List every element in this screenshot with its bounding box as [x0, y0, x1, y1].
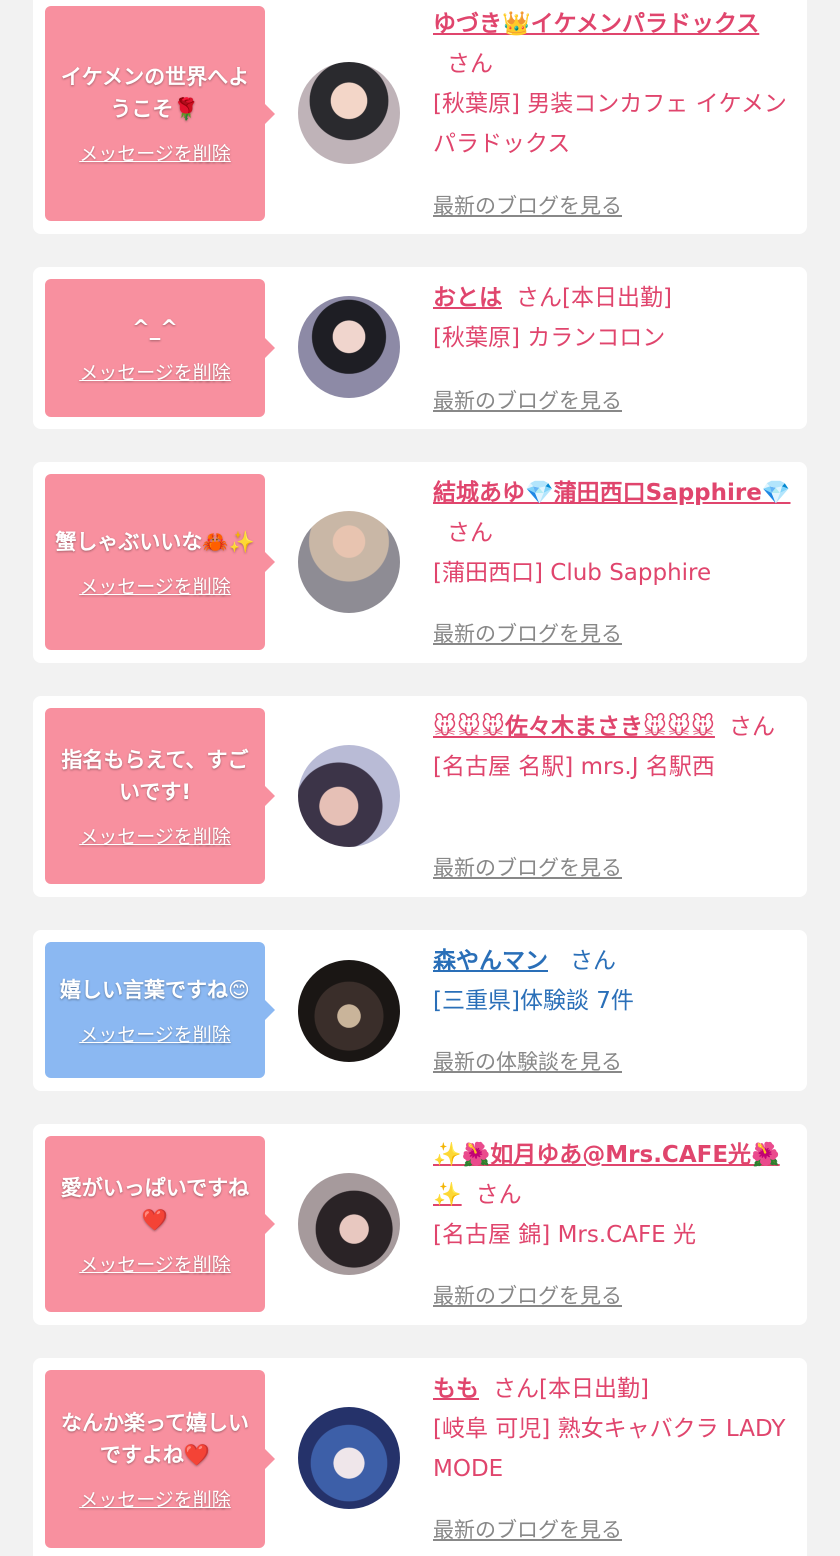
- latest-blog-link[interactable]: 最新のブログを見る: [433, 1514, 622, 1544]
- message-text: 蟹しゃぶいいな🦀✨: [55, 529, 255, 554]
- cast-name-line: もも さん[本日出勤]: [433, 1369, 795, 1409]
- honorific: さん[本日出勤]: [493, 1376, 649, 1402]
- latest-blog-link[interactable]: 最新のブログを見る: [433, 852, 622, 882]
- message-bubble: 蟹しゃぶいいな🦀✨ メッセージを削除: [45, 474, 275, 650]
- delete-message-link[interactable]: メッセージを削除: [79, 1250, 231, 1277]
- cast-name-link[interactable]: もも: [433, 1376, 479, 1402]
- avatar[interactable]: [298, 62, 400, 164]
- message-card: なんか楽って嬉しいですよね❤️ メッセージを削除 もも さん[本日出勤] [岐阜 …: [33, 1358, 807, 1556]
- cast-name-line: 結城あゆ💎蒲田西口Sapphire💎 さん: [433, 473, 795, 553]
- honorific: さん[本日出勤]: [516, 285, 672, 311]
- message-bubble: 嬉しい言葉ですね😊 メッセージを削除: [45, 942, 275, 1078]
- message-bubble: 指名もらえて、すごいです! メッセージを削除: [45, 708, 275, 884]
- cast-info: もも さん[本日出勤] [岐阜 可児] 熟女キャバクラ LADY MODE: [433, 1369, 795, 1489]
- review-info: [三重県]体験談 7件: [433, 988, 634, 1014]
- message-bubble: 愛がいっぱいですね❤️ メッセージを削除: [45, 1136, 275, 1312]
- cast-name-link[interactable]: 🐭🐭🐭佐々木まさき🐭🐭🐭: [433, 714, 715, 740]
- delete-message-link[interactable]: メッセージを削除: [79, 139, 231, 166]
- avatar[interactable]: [298, 296, 400, 398]
- cast-name-line: 森やんマン さん: [433, 941, 795, 981]
- latest-blog-link[interactable]: 最新のブログを見る: [433, 385, 622, 415]
- cast-name-line: おとは さん[本日出勤]: [433, 278, 795, 318]
- message-bubble: ^_^ メッセージを削除: [45, 279, 275, 417]
- cast-name-link[interactable]: 結城あゆ💎蒲田西口Sapphire💎: [433, 480, 791, 506]
- shop-info: [岐阜 可児] 熟女キャバクラ LADY MODE: [433, 1416, 786, 1482]
- message-card: 指名もらえて、すごいです! メッセージを削除 🐭🐭🐭佐々木まさき🐭🐭🐭 さん [名…: [33, 696, 807, 897]
- cast-name-link[interactable]: おとは: [433, 285, 502, 311]
- cast-info: おとは さん[本日出勤] [秋葉原] カランコロン: [433, 278, 795, 358]
- message-text: 愛がいっぱいですね❤️: [60, 1175, 250, 1232]
- delete-message-link[interactable]: メッセージを削除: [79, 358, 231, 385]
- delete-message-link[interactable]: メッセージを削除: [79, 822, 231, 849]
- message-text: 嬉しい言葉ですね😊: [60, 977, 250, 1002]
- message-card: ^_^ メッセージを削除 おとは さん[本日出勤] [秋葉原] カランコロン 最新…: [33, 267, 807, 429]
- latest-blog-link[interactable]: 最新のブログを見る: [433, 190, 622, 220]
- cast-info: ゆづき👑イケメンパラドックスさん [秋葉原] 男装コンカフェ イケメンパラドック…: [433, 4, 795, 164]
- shop-info: [名古屋 錦] Mrs.CAFE 光: [433, 1222, 697, 1248]
- message-bubble: なんか楽って嬉しいですよね❤️ メッセージを削除: [45, 1370, 275, 1548]
- message-card: 愛がいっぱいですね❤️ メッセージを削除 ✨🌺如月ゆあ@Mrs.CAFE光🌺✨ さ…: [33, 1124, 807, 1325]
- cast-info: ✨🌺如月ゆあ@Mrs.CAFE光🌺✨ さん [名古屋 錦] Mrs.CAFE 光: [433, 1135, 795, 1255]
- avatar[interactable]: [298, 745, 400, 847]
- cast-name-line: 🐭🐭🐭佐々木まさき🐭🐭🐭 さん: [433, 707, 795, 747]
- message-card: 蟹しゃぶいいな🦀✨ メッセージを削除 結城あゆ💎蒲田西口Sapphire💎 さん …: [33, 462, 807, 663]
- latest-blog-link[interactable]: 最新のブログを見る: [433, 618, 622, 648]
- cast-info: 🐭🐭🐭佐々木まさき🐭🐭🐭 さん [名古屋 名駅] mrs.J 名駅西: [433, 707, 795, 787]
- cast-name-line: ✨🌺如月ゆあ@Mrs.CAFE光🌺✨ さん: [433, 1135, 795, 1215]
- delete-message-link[interactable]: メッセージを削除: [79, 1485, 231, 1512]
- shop-info: [秋葉原] 男装コンカフェ イケメンパラドックス: [433, 91, 787, 157]
- honorific: さん: [475, 1182, 522, 1208]
- delete-message-link[interactable]: メッセージを削除: [79, 1020, 231, 1047]
- cast-name-link[interactable]: ゆづき👑イケメンパラドックス: [433, 11, 759, 37]
- cast-name-line: ゆづき👑イケメンパラドックスさん: [433, 4, 795, 84]
- message-card: 嬉しい言葉ですね😊 メッセージを削除 森やんマン さん [三重県]体験談 7件 最…: [33, 930, 807, 1091]
- avatar[interactable]: [298, 1173, 400, 1275]
- message-text: イケメンの世界へようこそ🌹: [60, 65, 250, 121]
- message-text: 指名もらえて、すごいです!: [61, 747, 249, 804]
- cast-info: 結城あゆ💎蒲田西口Sapphire💎 さん [蒲田西口] Club Sapphir…: [433, 473, 795, 593]
- message-bubble: イケメンの世界へようこそ🌹 メッセージを削除: [45, 6, 275, 221]
- latest-blog-link[interactable]: 最新のブログを見る: [433, 1280, 622, 1310]
- shop-info: [秋葉原] カランコロン: [433, 325, 666, 351]
- honorific: さん: [728, 714, 775, 740]
- latest-review-link[interactable]: 最新の体験談を見る: [433, 1046, 622, 1076]
- message-text: なんか楽って嬉しいですよね❤️: [61, 1410, 249, 1467]
- avatar[interactable]: [298, 960, 400, 1062]
- honorific: さん: [447, 51, 493, 77]
- avatar[interactable]: [298, 1407, 400, 1509]
- shop-info: [蒲田西口] Club Sapphire: [433, 560, 712, 586]
- cast-info: 森やんマン さん [三重県]体験談 7件: [433, 941, 795, 1021]
- honorific: さん: [447, 520, 493, 546]
- shop-info: [名古屋 名駅] mrs.J 名駅西: [433, 754, 715, 780]
- message-text: ^_^: [132, 315, 178, 340]
- honorific: さん: [570, 948, 616, 974]
- avatar[interactable]: [298, 511, 400, 613]
- message-card: イケメンの世界へようこそ🌹 メッセージを削除 ゆづき👑イケメンパラドックスさん …: [33, 0, 807, 234]
- delete-message-link[interactable]: メッセージを削除: [79, 572, 231, 599]
- reviewer-name-link[interactable]: 森やんマン: [433, 948, 548, 974]
